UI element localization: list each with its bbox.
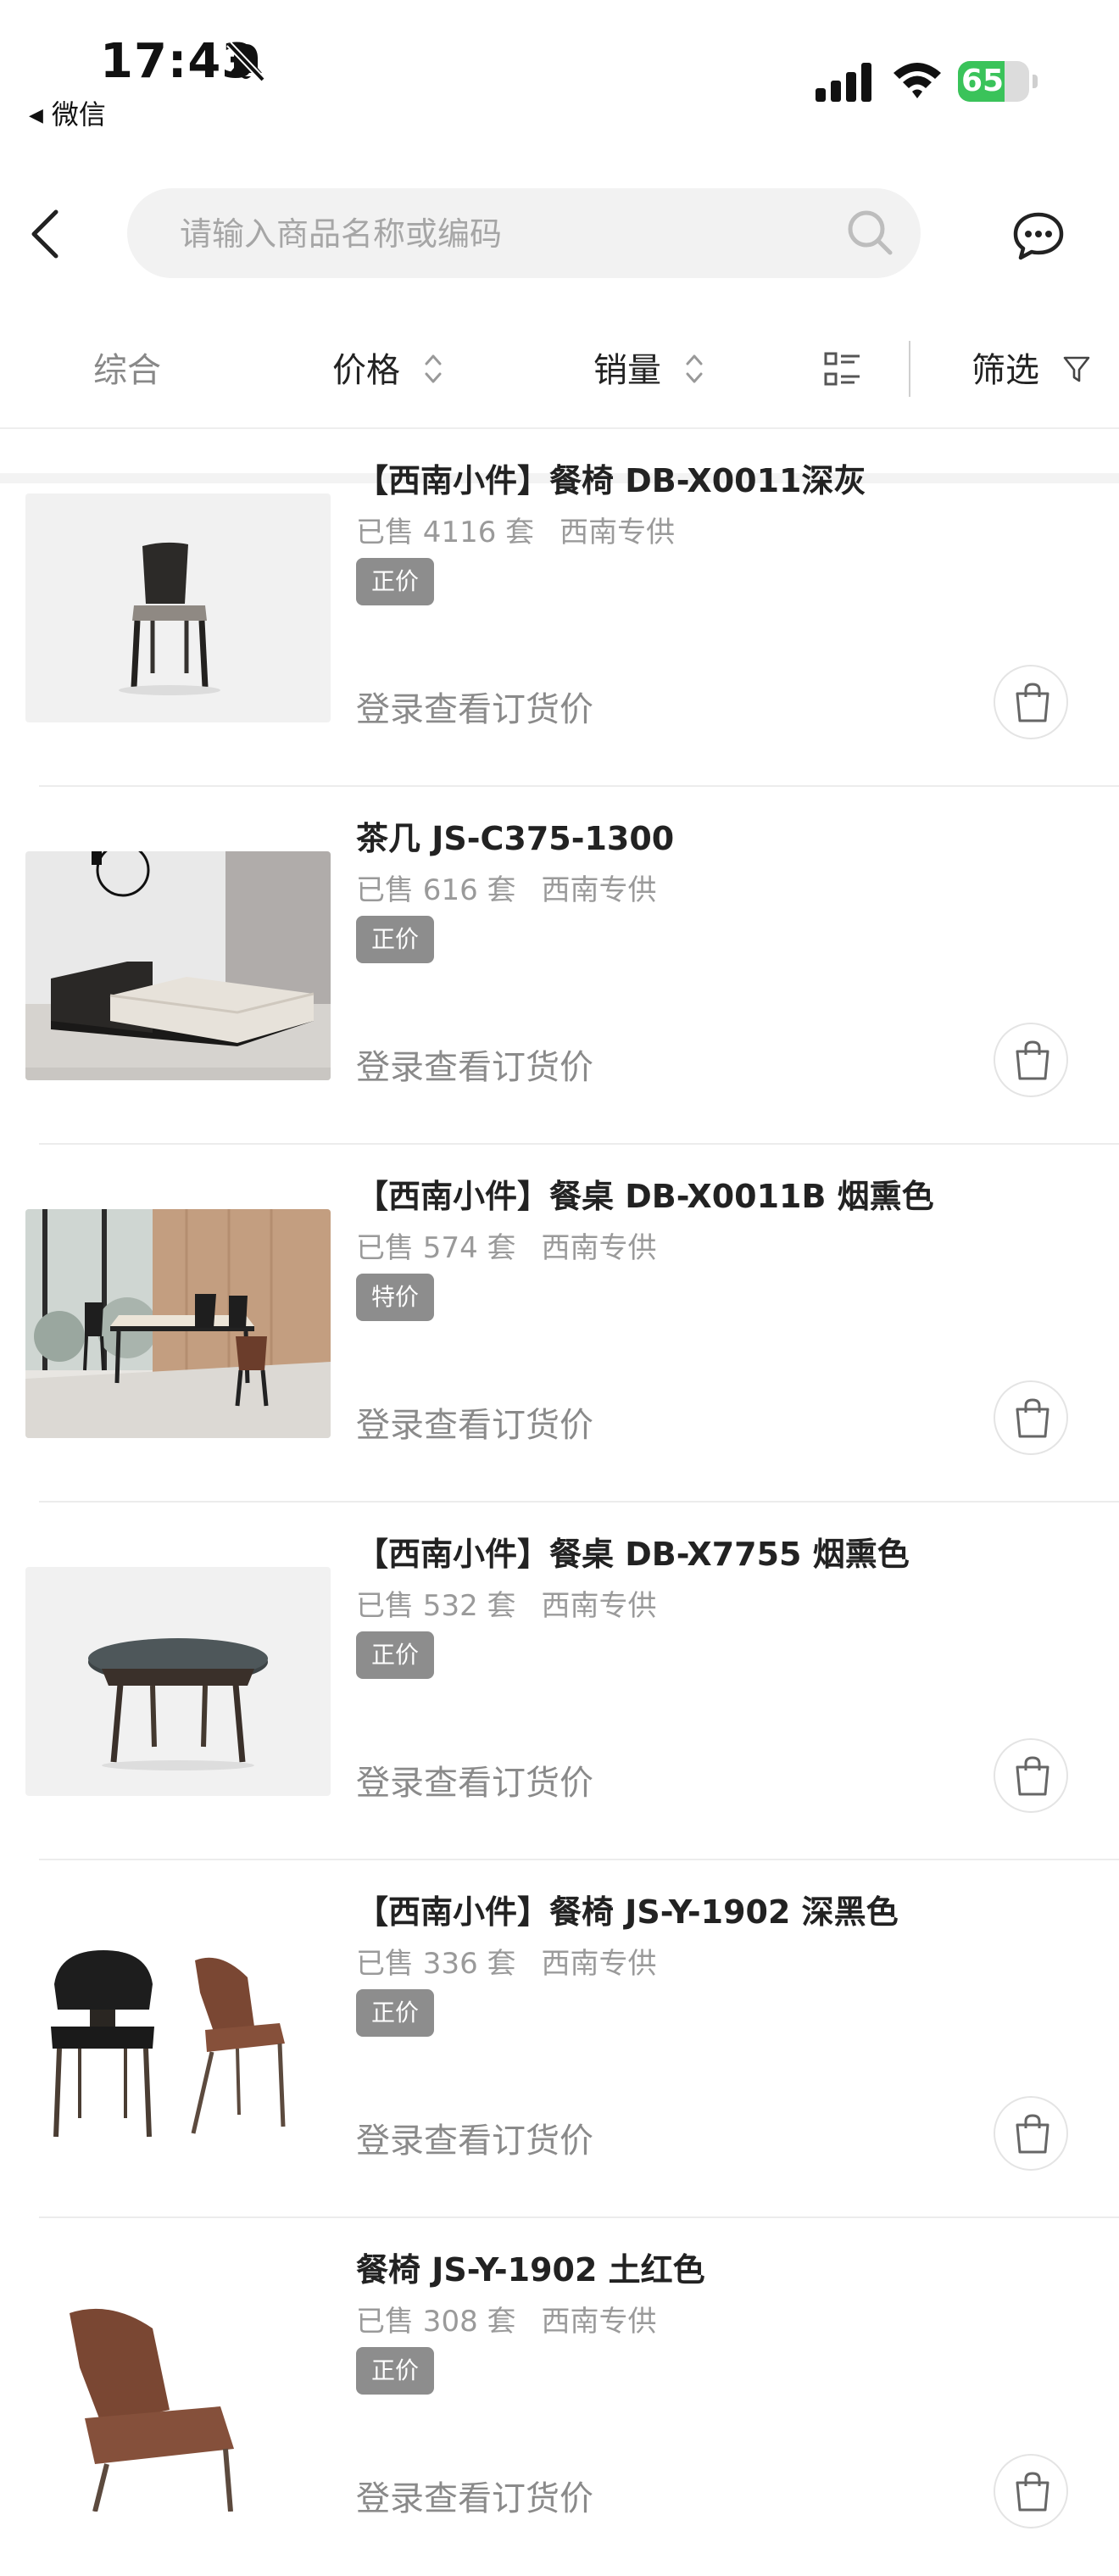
round-dining-table-image xyxy=(25,1567,331,1796)
message-icon[interactable] xyxy=(1012,210,1065,261)
wifi-icon xyxy=(894,63,941,98)
sort-arrows-icon xyxy=(425,354,442,383)
product-list: 【西南小件】餐椅 DB-X0011深灰 已售 4116 套西南专供 正价 登录查… xyxy=(0,429,1119,2576)
bell-muted-icon xyxy=(226,42,265,82)
price-type-badge: 正价 xyxy=(356,916,435,963)
login-to-view-price[interactable]: 登录查看订货价 xyxy=(356,2471,593,2520)
back-to-wechat[interactable]: ◀ 微信 xyxy=(29,93,106,132)
status-bar: 17:43 ◀ 微信 65 xyxy=(0,0,1119,153)
shopping-bag-icon xyxy=(1016,1756,1049,1796)
cellular-signal-icon xyxy=(816,63,871,102)
filter-label: 筛选 xyxy=(971,351,1039,390)
product-supply-tag: 西南专供 xyxy=(541,873,657,907)
product-card[interactable]: 【西南小件】餐桌 DB-X0011B 烟熏色 已售 574 套西南专供 特价 登… xyxy=(0,1145,1119,1503)
login-to-view-price[interactable]: 登录查看订货价 xyxy=(356,1397,593,1447)
search-icon[interactable] xyxy=(844,207,895,258)
dining-chair-red-image xyxy=(25,2283,331,2512)
search-input[interactable] xyxy=(178,188,826,280)
price-type-badge: 正价 xyxy=(356,558,435,605)
add-to-cart-button[interactable] xyxy=(994,1023,1068,1097)
login-to-view-price[interactable]: 登录查看订货价 xyxy=(356,2113,593,2162)
sort-comprehensive-label: 综合 xyxy=(93,351,161,390)
product-card[interactable]: 【西南小件】餐桌 DB-X7755 烟熏色 已售 532 套西南专供 正价 登录… xyxy=(0,1503,1119,1860)
filter-button[interactable]: 筛选 xyxy=(971,314,1091,427)
sort-price-label: 价格 xyxy=(332,351,400,390)
sort-arrows-icon xyxy=(686,354,703,383)
product-card[interactable]: 茶几 JS-C375-1300 已售 616 套西南专供 正价 登录查看订货价 xyxy=(0,787,1119,1145)
product-title[interactable]: 【西南小件】餐椅 JS-Y-1902 深黑色 xyxy=(356,1886,899,1932)
product-title[interactable]: 茶几 JS-C375-1300 xyxy=(356,812,674,859)
back-arrow-icon[interactable] xyxy=(25,207,66,261)
product-meta: 已售 336 套西南专供 xyxy=(356,1940,657,1982)
product-meta: 已售 4116 套西南专供 xyxy=(356,509,675,550)
product-thumbnail[interactable] xyxy=(25,851,331,1080)
sort-separator xyxy=(909,341,910,397)
product-meta: 已售 574 套西南专供 xyxy=(356,1224,657,1266)
product-thumbnail[interactable] xyxy=(25,1925,331,2154)
product-meta: 已售 308 套西南专供 xyxy=(356,2298,657,2339)
price-type-badge: 特价 xyxy=(356,1274,435,1321)
header xyxy=(0,170,1119,483)
product-supply-tag: 西南专供 xyxy=(541,1947,657,1981)
coffee-table-image xyxy=(25,851,331,1080)
product-meta: 已售 616 套西南专供 xyxy=(356,867,657,908)
product-thumbnail[interactable] xyxy=(25,1209,331,1438)
product-title[interactable]: 餐椅 JS-Y-1902 土红色 xyxy=(356,2244,705,2290)
login-to-view-price[interactable]: 登录查看订货价 xyxy=(356,1040,593,1089)
add-to-cart-button[interactable] xyxy=(994,2096,1068,2171)
product-thumbnail[interactable] xyxy=(25,1567,331,1796)
product-sold-count: 已售 336 套 xyxy=(356,1947,516,1981)
dining-chair-gray-image xyxy=(25,493,331,722)
product-card[interactable]: 【西南小件】餐椅 JS-Y-1902 深黑色 已售 336 套西南专供 正价 登… xyxy=(0,1860,1119,2218)
sort-bar: 综合 价格 销量 筛选 xyxy=(0,314,1119,429)
battery-body: 65 xyxy=(958,61,1029,102)
shopping-bag-icon xyxy=(1016,683,1049,722)
dining-table-room-image xyxy=(25,1209,331,1438)
shopping-bag-icon xyxy=(1016,2472,1049,2512)
product-supply-tag: 西南专供 xyxy=(541,1589,657,1623)
shopping-bag-icon xyxy=(1016,1398,1049,1438)
product-thumbnail[interactable] xyxy=(25,493,331,722)
back-app-label: 微信 xyxy=(51,98,106,131)
product-sold-count: 已售 616 套 xyxy=(356,873,516,907)
product-title[interactable]: 【西南小件】餐桌 DB-X7755 烟熏色 xyxy=(356,1528,910,1575)
login-to-view-price[interactable]: 登录查看订货价 xyxy=(356,1755,593,1804)
product-sold-count: 已售 308 套 xyxy=(356,2305,516,2339)
product-card[interactable]: 餐椅 JS-Y-1902 土红色 已售 308 套西南专供 正价 登录查看订货价 xyxy=(0,2218,1119,2576)
add-to-cart-button[interactable] xyxy=(994,1380,1068,1455)
battery-cap xyxy=(1033,75,1038,88)
product-sold-count: 已售 574 套 xyxy=(356,1231,516,1265)
battery-level-text: 65 xyxy=(961,64,1005,98)
product-title[interactable]: 【西南小件】餐椅 DB-X0011深灰 xyxy=(356,454,866,501)
dining-chairs-black-brown-image xyxy=(25,1925,331,2154)
back-triangle-icon: ◀ xyxy=(29,105,43,126)
sort-comprehensive[interactable]: 综合 xyxy=(93,314,161,427)
filter-funnel-icon xyxy=(1063,356,1090,382)
list-layout-toggle-icon[interactable] xyxy=(824,351,861,388)
product-sold-count: 已售 532 套 xyxy=(356,1589,516,1623)
add-to-cart-button[interactable] xyxy=(994,665,1068,739)
product-supply-tag: 西南专供 xyxy=(541,1231,657,1265)
add-to-cart-button[interactable] xyxy=(994,2454,1068,2529)
product-title[interactable]: 【西南小件】餐桌 DB-X0011B 烟熏色 xyxy=(356,1170,934,1217)
price-type-badge: 正价 xyxy=(356,1989,435,2037)
product-card[interactable]: 【西南小件】餐椅 DB-X0011深灰 已售 4116 套西南专供 正价 登录查… xyxy=(0,429,1119,787)
product-thumbnail[interactable] xyxy=(25,2283,331,2512)
product-sold-count: 已售 4116 套 xyxy=(356,516,535,549)
shopping-bag-icon xyxy=(1016,1040,1049,1080)
product-supply-tag: 西南专供 xyxy=(541,2305,657,2339)
shopping-bag-icon xyxy=(1016,2114,1049,2154)
sort-sales[interactable]: 销量 xyxy=(593,314,704,427)
product-meta: 已售 532 套西南专供 xyxy=(356,1582,657,1624)
price-type-badge: 正价 xyxy=(356,1631,435,1679)
add-to-cart-button[interactable] xyxy=(994,1738,1068,1813)
price-type-badge: 正价 xyxy=(356,2347,435,2395)
product-supply-tag: 西南专供 xyxy=(560,516,676,549)
search-box[interactable] xyxy=(127,188,921,280)
sort-price[interactable]: 价格 xyxy=(332,314,443,427)
sort-sales-label: 销量 xyxy=(593,351,661,390)
battery-indicator: 65 xyxy=(958,61,1038,102)
login-to-view-price[interactable]: 登录查看订货价 xyxy=(356,682,593,731)
